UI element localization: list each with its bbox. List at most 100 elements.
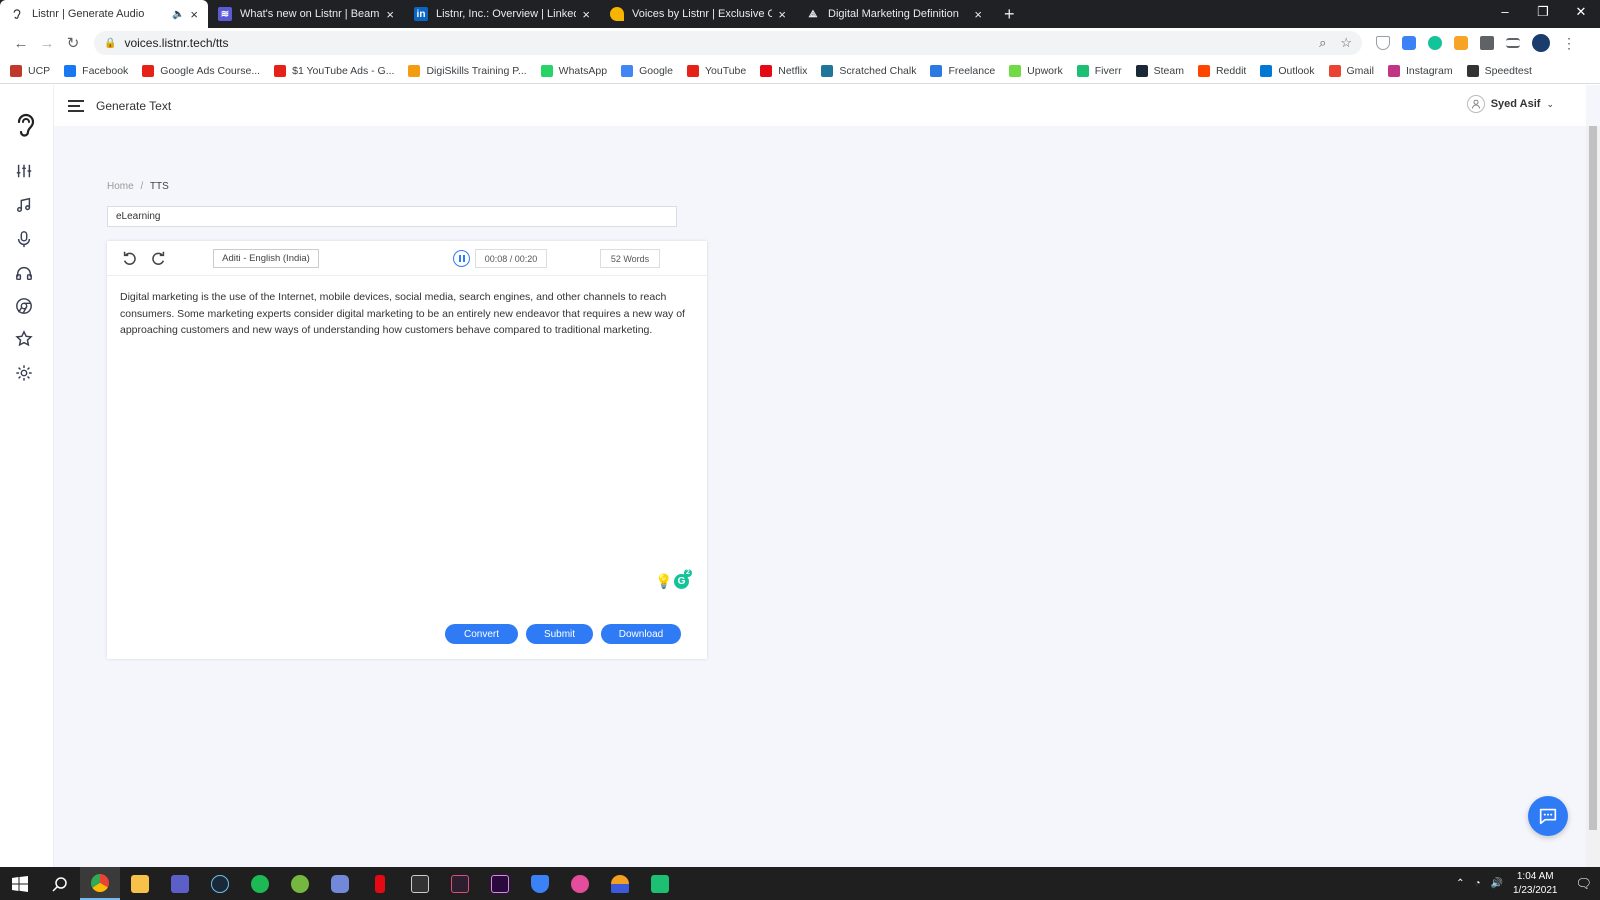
bookmark-item[interactable]: Netflix <box>760 64 807 77</box>
menu-kebab-icon[interactable]: ⋮ <box>1562 35 1576 52</box>
close-tab-icon[interactable]: × <box>582 7 590 22</box>
wifi-icon[interactable]: ◔ <box>1474 878 1480 889</box>
reload-icon[interactable]: ↻ <box>60 34 86 52</box>
discord-icon[interactable] <box>320 867 360 900</box>
notifications-icon[interactable]: 🗨 <box>1575 876 1592 892</box>
microphone-icon[interactable] <box>13 228 35 250</box>
utorrent-icon[interactable] <box>280 867 320 900</box>
vectr-icon[interactable] <box>440 867 480 900</box>
volume-icon[interactable]: 🔊 <box>1491 878 1503 889</box>
close-tab-icon[interactable]: × <box>974 7 982 22</box>
tab-listnr-generate-audio[interactable]: Listnr | Generate Audio 🔈 × <box>0 0 208 28</box>
gear-icon[interactable] <box>13 362 35 384</box>
voice-selector[interactable]: Aditi - English (India) <box>213 249 319 268</box>
bookmark-star-icon[interactable]: ☆ <box>1340 35 1352 51</box>
bookmark-item[interactable]: Instagram <box>1387 64 1453 77</box>
coupon-extension-icon[interactable] <box>1454 36 1468 50</box>
tts-text-area[interactable]: Digital marketing is the use of the Inte… <box>120 289 690 339</box>
profile-avatar-icon[interactable] <box>1532 34 1550 52</box>
close-tab-icon[interactable]: × <box>386 7 394 22</box>
tab-voices-offer[interactable]: Voices by Listnr | Exclusive Offer × <box>600 0 796 28</box>
bookmark-item[interactable]: Facebook <box>64 64 128 77</box>
listnr-logo[interactable] <box>14 111 38 139</box>
tray-chevron-up-icon[interactable]: ⌃ <box>1456 878 1464 889</box>
premiere-pro-icon[interactable] <box>480 867 520 900</box>
bookmark-item[interactable]: UCP <box>10 64 50 77</box>
bookmark-item[interactable]: Google Ads Course... <box>142 64 260 77</box>
new-tab-button[interactable]: + <box>992 0 1027 28</box>
speaker-icon[interactable]: 🔈 <box>172 9 184 20</box>
forward-icon[interactable]: → <box>34 35 60 52</box>
epic-games-icon[interactable] <box>400 867 440 900</box>
zoom-icon[interactable]: ⌕ <box>1319 35 1326 51</box>
tab-linkedin[interactable]: in Listnr, Inc.: Overview | LinkedIn × <box>404 0 600 28</box>
search-icon[interactable] <box>40 867 80 900</box>
headphones-icon[interactable] <box>13 262 35 284</box>
submit-button[interactable]: Submit <box>526 624 593 644</box>
bookmark-item[interactable]: $1 YouTube Ads - G... <box>274 64 394 77</box>
bookmark-item[interactable]: Google <box>621 64 673 77</box>
bookmark-item[interactable]: YouTube <box>686 64 746 77</box>
system-tray: ⌃ ◔ 🔊 1:04 AM 1/23/2021 🗨 <box>1456 867 1600 900</box>
grammarly-extension-icon[interactable] <box>1428 36 1442 50</box>
lock-icon[interactable]: 🔒 <box>104 38 116 49</box>
bookmark-item[interactable]: WhatsApp <box>540 64 607 77</box>
tab-title: Voices by Listnr | Exclusive Offer <box>632 8 773 20</box>
address-bar[interactable]: 🔒 voices.listnr.tech/tts ⌕ ☆ <box>94 31 1362 55</box>
bookmark-item[interactable]: Upwork <box>1009 64 1063 77</box>
windows-start-icon[interactable] <box>0 867 40 900</box>
netflix-icon[interactable] <box>360 867 400 900</box>
breadcrumb-home[interactable]: Home <box>107 181 134 192</box>
bookmark-item[interactable]: Scratched Chalk <box>821 64 916 77</box>
reading-list-icon[interactable] <box>1506 38 1520 48</box>
teams-icon[interactable] <box>160 867 200 900</box>
scrollbar-thumb[interactable] <box>1589 126 1597 830</box>
bookmark-item[interactable]: Speedtest <box>1466 64 1532 77</box>
bookmark-favicon-icon <box>540 64 553 77</box>
tab-digital-marketing[interactable]: ⟁ Digital Marketing Definition × <box>796 0 992 28</box>
restore-icon[interactable]: ❐ <box>1524 0 1562 28</box>
project-name-input[interactable] <box>107 206 677 227</box>
user-menu[interactable]: Syed Asif ⌄ <box>1466 95 1554 113</box>
screenshot-extension-icon[interactable] <box>1402 36 1416 50</box>
puzzle-extensions-icon[interactable] <box>1480 36 1494 50</box>
bookmark-item[interactable]: DigiSkills Training P... <box>408 64 527 77</box>
fiverr-taskbar-icon[interactable] <box>640 867 680 900</box>
chat-support-button[interactable] <box>1528 796 1568 836</box>
download-button[interactable]: Download <box>601 624 681 644</box>
taskbar-clock[interactable]: 1:04 AM 1/23/2021 <box>1513 870 1558 898</box>
convert-button[interactable]: Convert <box>445 624 518 644</box>
app-dome-icon[interactable] <box>600 867 640 900</box>
close-tab-icon[interactable]: × <box>778 7 786 22</box>
close-tab-icon[interactable]: × <box>190 7 198 22</box>
app-flower-icon[interactable] <box>560 867 600 900</box>
page-scrollbar[interactable] <box>1586 126 1600 867</box>
music-icon[interactable] <box>13 194 35 216</box>
lightbulb-icon[interactable]: 💡 <box>655 573 672 590</box>
minimize-icon[interactable]: – <box>1486 0 1524 28</box>
file-explorer-icon[interactable] <box>120 867 160 900</box>
redo-icon[interactable] <box>149 249 167 267</box>
vpn-shield-icon[interactable] <box>520 867 560 900</box>
star-icon[interactable] <box>13 328 35 350</box>
bookmark-item[interactable]: Steam <box>1135 64 1184 77</box>
editor-toolbar: Aditi - English (India) 00:08 / 00:20 52… <box>107 241 707 276</box>
shield-extension-icon[interactable] <box>1376 36 1390 50</box>
bookmark-item[interactable]: Reddit <box>1197 64 1246 77</box>
bookmark-item[interactable]: Freelance <box>930 64 995 77</box>
bookmark-item[interactable]: Outlook <box>1260 64 1315 77</box>
undo-icon[interactable] <box>121 249 139 267</box>
grammarly-icon[interactable]: G2 <box>674 569 692 589</box>
bookmark-item[interactable]: Fiverr <box>1076 64 1122 77</box>
chrome-icon[interactable] <box>13 295 35 317</box>
back-icon[interactable]: ← <box>8 35 34 52</box>
close-window-icon[interactable]: ✕ <box>1562 0 1600 28</box>
spotify-icon[interactable] <box>240 867 280 900</box>
pause-button[interactable] <box>453 250 470 267</box>
tab-beamer[interactable]: ≋ What's new on Listnr | Beamer × <box>208 0 404 28</box>
hamburger-menu-icon[interactable] <box>68 97 84 115</box>
bookmark-item[interactable]: Gmail <box>1328 64 1374 77</box>
sliders-icon[interactable] <box>13 160 35 182</box>
steam-icon[interactable] <box>200 867 240 900</box>
taskbar-chrome-icon[interactable] <box>80 867 120 900</box>
